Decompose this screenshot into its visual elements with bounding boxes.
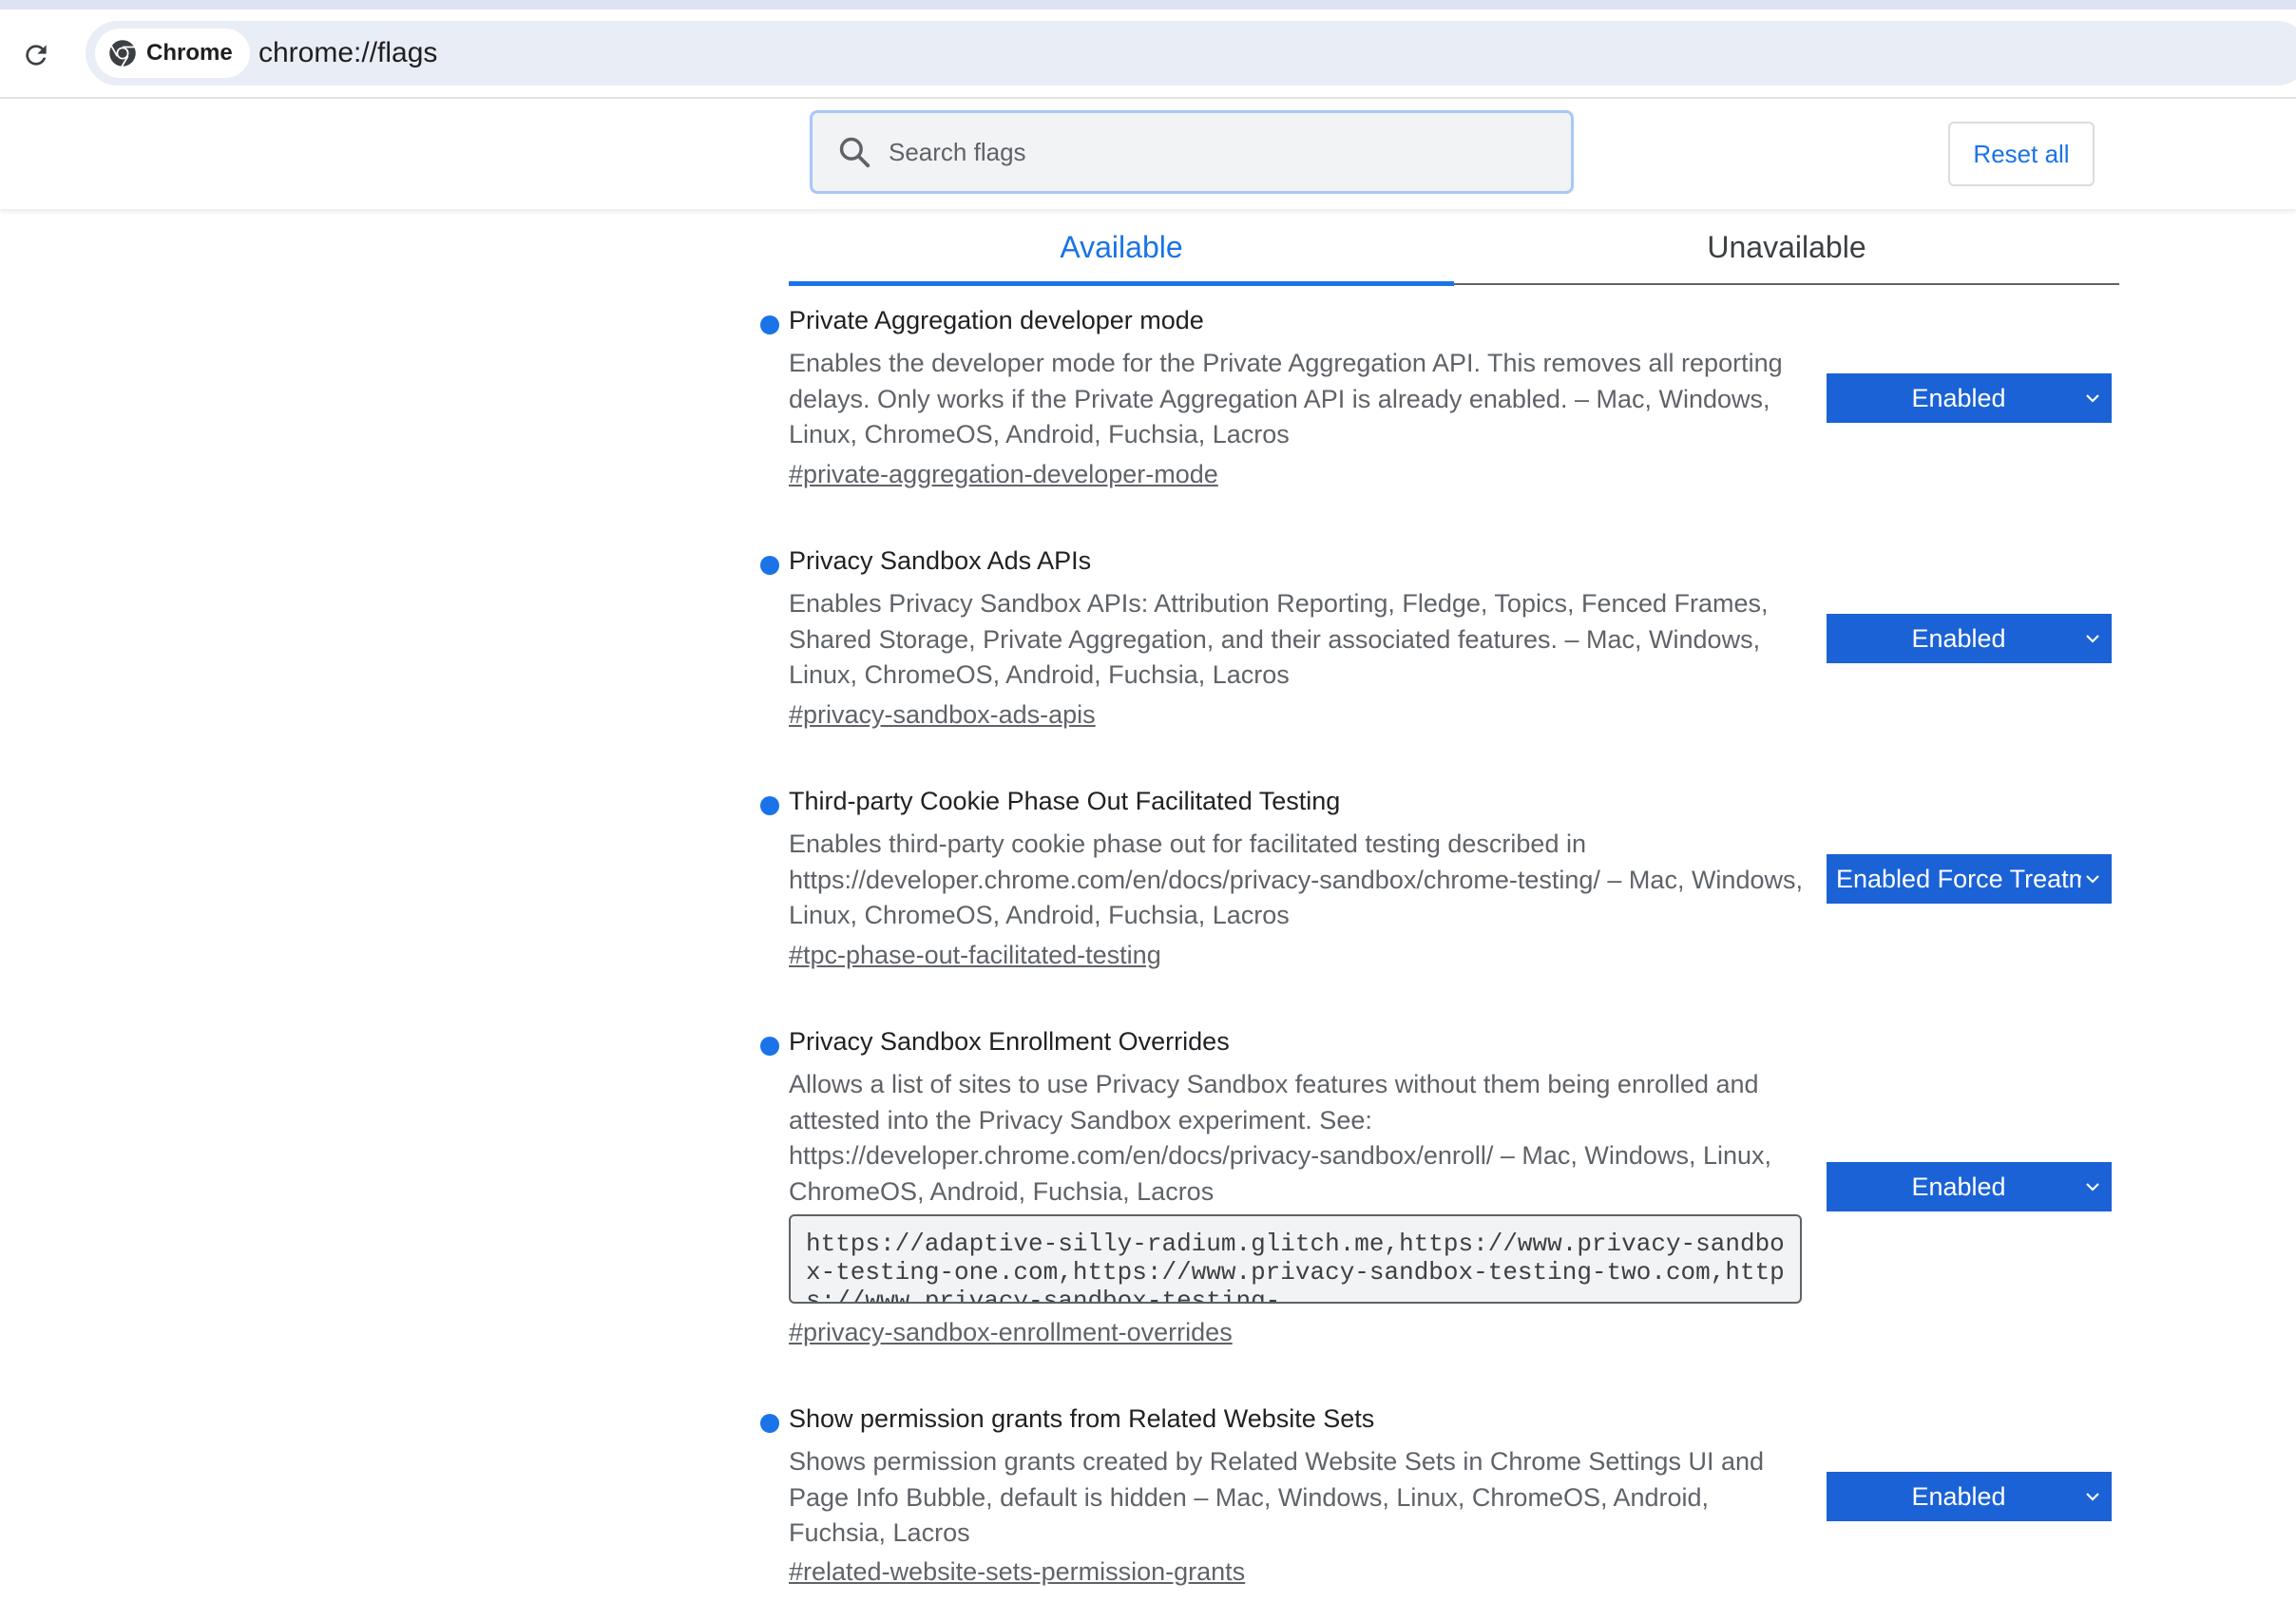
experiment-state-select[interactable]: Enabled (1827, 373, 2112, 423)
select-value: Enabled (1911, 624, 2006, 653)
modified-indicator-dot (760, 556, 779, 575)
experiment-description: Shows permission grants created by Relat… (789, 1447, 1764, 1547)
chevron-down-icon (2086, 1493, 2099, 1501)
experiment-description: Enables the developer mode for the Priva… (789, 349, 1783, 448)
browser-toolbar: Chrome chrome://flags (0, 10, 2296, 99)
flags-header: Reset all (0, 99, 2296, 209)
chevron-down-icon (2086, 635, 2099, 643)
chrome-logo-icon (109, 40, 136, 67)
override-value: https://adaptive-silly-radium.glitch.me,… (806, 1230, 1785, 1304)
experiment-state-select[interactable]: Enabled (1827, 1162, 2112, 1211)
select-value: Enabled (1911, 384, 2006, 412)
experiment-title: Private Aggregation developer mode (789, 306, 1204, 334)
tab-unavailable[interactable]: Unavailable (1454, 211, 2119, 283)
experiment-private-aggregation-developer-mode: Private Aggregation developer mode Enabl… (760, 306, 2119, 496)
window-top-strip (0, 0, 2296, 10)
site-chip-label: Chrome (146, 40, 233, 66)
experiment-permalink[interactable]: #related-website-sets-permission-grants (789, 1557, 1245, 1587)
experiment-permalink[interactable]: #private-aggregation-developer-mode (789, 460, 1218, 489)
enrollment-overrides-textarea[interactable]: https://adaptive-silly-radium.glitch.me,… (789, 1214, 1802, 1304)
select-value: Enabled (1911, 1173, 2006, 1201)
chevron-down-icon (2086, 394, 2099, 403)
search-icon (835, 133, 873, 171)
modified-indicator-dot (760, 1414, 779, 1433)
experiment-description: Enables Privacy Sandbox APIs: Attributio… (789, 589, 1769, 689)
modified-indicator-dot (760, 1037, 779, 1056)
experiment-related-website-sets-permission-grants: Show permission grants from Related Webs… (760, 1404, 2119, 1594)
experiment-title: Third-party Cookie Phase Out Facilitated… (789, 787, 1341, 815)
experiment-permalink[interactable]: #privacy-sandbox-enrollment-overrides (789, 1318, 1233, 1347)
select-value: Enabled Force Treatm (1836, 865, 2081, 893)
omnibox[interactable]: Chrome chrome://flags (86, 21, 2296, 86)
tab-available[interactable]: Available (789, 211, 1454, 286)
experiment-description: Enables third-party cookie phase out for… (789, 830, 1803, 929)
experiment-state-select[interactable]: Enabled (1827, 1472, 2112, 1521)
experiment-privacy-sandbox-ads-apis: Privacy Sandbox Ads APIs Enables Privacy… (760, 546, 2119, 736)
search-input[interactable] (887, 136, 1537, 168)
experiment-state-select[interactable]: Enabled Force Treatm (1827, 854, 2112, 904)
chevron-down-icon (2086, 875, 2099, 884)
experiment-permalink[interactable]: #tpc-phase-out-facilitated-testing (789, 941, 1161, 970)
modified-indicator-dot (760, 315, 779, 334)
experiment-title: Privacy Sandbox Enrollment Overrides (789, 1027, 1230, 1056)
reload-button[interactable] (17, 36, 55, 74)
experiment-state-select[interactable]: Enabled (1827, 614, 2112, 663)
experiment-privacy-sandbox-enrollment-overrides: Privacy Sandbox Enrollment Overrides All… (760, 1027, 2119, 1346)
select-value: Enabled (1911, 1482, 2006, 1511)
experiment-tpc-phase-out-facilitated-testing: Third-party Cookie Phase Out Facilitated… (760, 787, 2119, 977)
search-box[interactable] (810, 110, 1574, 194)
experiment-description: Allows a list of sites to use Privacy Sa… (789, 1070, 1771, 1206)
reset-all-button[interactable]: Reset all (1948, 122, 2095, 186)
flags-tabs: Available Unavailable (789, 211, 2119, 286)
modified-indicator-dot (760, 796, 779, 815)
url-text[interactable]: chrome://flags (258, 21, 437, 86)
experiment-title: Show permission grants from Related Webs… (789, 1404, 1375, 1433)
experiment-permalink[interactable]: #privacy-sandbox-ads-apis (789, 700, 1096, 730)
experiment-title: Privacy Sandbox Ads APIs (789, 546, 1092, 575)
chevron-down-icon (2086, 1183, 2099, 1192)
site-info-chip[interactable]: Chrome (95, 29, 250, 78)
reload-icon (26, 45, 47, 66)
